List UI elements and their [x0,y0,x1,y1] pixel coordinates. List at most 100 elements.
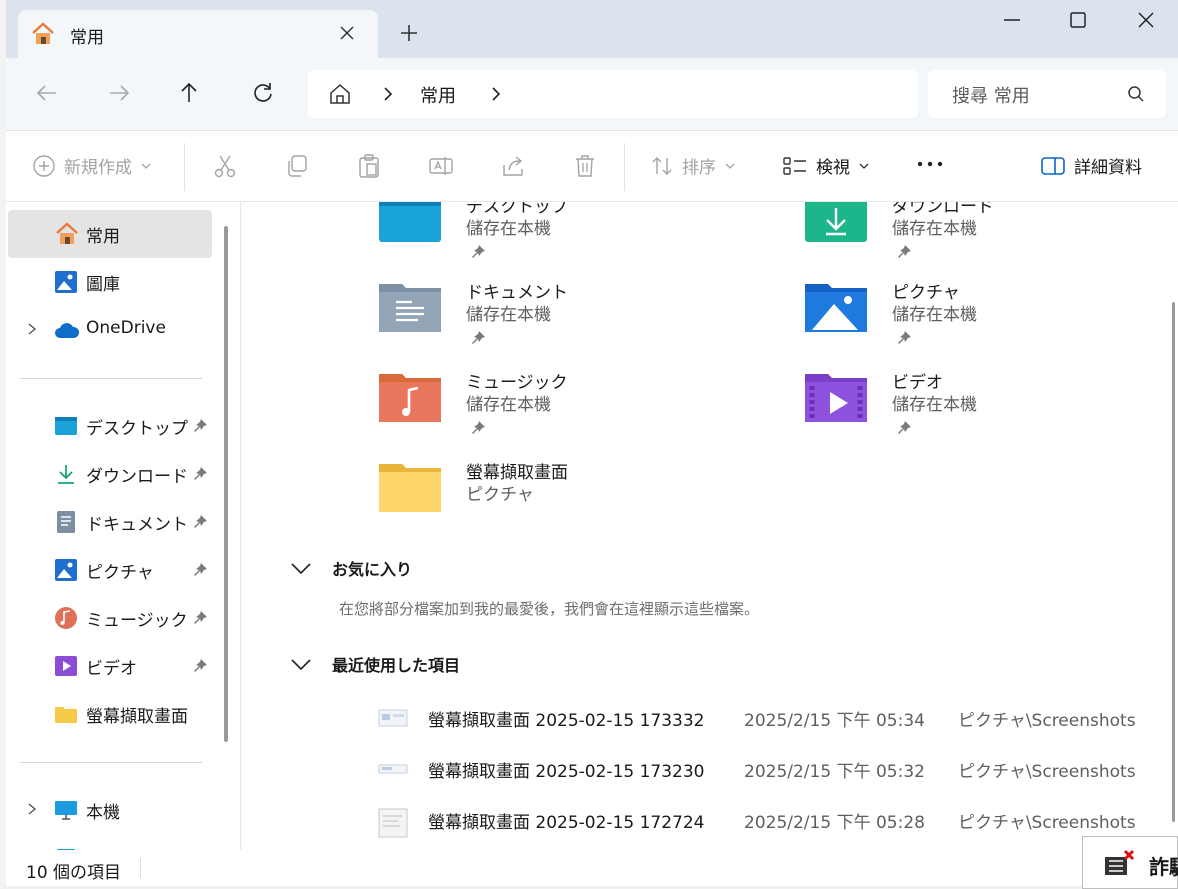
pin-icon[interactable] [192,514,208,535]
refresh-icon[interactable] [250,80,276,106]
sidebar-item-gallery[interactable]: 圖庫 [8,258,212,306]
forward-arrow-icon[interactable] [106,80,132,106]
quick-access-videos[interactable]: ビデオ 儲存在本機 [804,368,1178,448]
new-button[interactable]: 新規作成 [32,153,152,178]
sidebar-item-label: 常用 [86,227,120,247]
recent-file-row[interactable]: 螢幕擷取畫面 2025-02-15 173230 2025/2/15 下午 05… [378,751,1158,793]
pin-icon[interactable] [896,420,912,440]
floating-notification[interactable]: 詐騙 [1082,836,1178,889]
pin-icon[interactable] [192,658,208,679]
quick-access-music[interactable]: ミュージック 儲存在本機 [378,368,758,448]
toolbar-divider [624,143,625,191]
quick-access-pictures[interactable]: ピクチャ 儲存在本機 [804,278,1178,358]
pin-icon[interactable] [470,330,486,350]
pin-icon[interactable] [192,562,208,583]
search-box[interactable]: 搜尋 常用 [928,70,1166,118]
close-tab-icon[interactable] [336,22,358,44]
home-icon [30,22,56,50]
quick-access-documents[interactable]: ドキュメント 儲存在本機 [378,278,758,358]
address-home-icon[interactable] [328,82,352,110]
folder-location: 儲存在本機 [466,395,551,415]
sidebar-item-label: ミュージック [86,611,188,631]
sidebar-item-documents[interactable]: ドキュメント [8,498,212,546]
sidebar-item-screenshots[interactable]: 螢幕擷取畫面 [8,690,212,738]
quick-access-screenshots[interactable]: 螢幕擷取畫面 ピクチャ [378,458,758,538]
delete-button[interactable] [572,153,598,179]
scissors-icon [214,155,236,178]
sidebar-item-label: ダウンロード [86,467,188,487]
breadcrumb-item[interactable]: 常用 [420,82,456,108]
file-name: 螢幕擷取畫面 2025-02-15 173230 [428,762,705,782]
more-options-button[interactable] [916,157,944,171]
tab-home[interactable]: 常用 [18,10,378,58]
chevron-right-icon[interactable] [24,801,40,822]
recent-section-header[interactable]: 最近使用した項目 [290,652,460,676]
sidebar-item-videos[interactable]: ビデオ [8,642,212,690]
monitor-icon [54,798,78,827]
share-button[interactable] [500,153,526,179]
cut-button[interactable] [212,153,238,179]
maximize-icon[interactable] [1066,8,1090,32]
close-window-icon[interactable] [1134,8,1158,32]
sidebar-item-pictures[interactable]: ピクチャ [8,546,212,594]
file-date: 2025/2/15 下午 05:32 [744,762,925,782]
pin-icon[interactable] [192,610,208,631]
chevron-right-icon[interactable] [24,321,40,342]
copy-icon [288,155,307,177]
favorites-section-header[interactable]: お気に入り [290,556,412,580]
details-pane-button[interactable]: 詳細資料 [1040,153,1142,178]
chevron-down-icon [725,163,735,169]
desktop-folder-icon [378,202,442,248]
new-tab-icon[interactable] [398,22,420,44]
file-name: 螢幕擷取畫面 2025-02-15 173332 [428,711,705,731]
sidebar-scrollbar[interactable] [224,226,228,742]
sidebar-item-label: ピクチャ [86,563,154,583]
quick-access-downloads[interactable]: ダウンロード 儲存在本機 [804,202,1178,272]
quick-access-desktop[interactable]: デスクトップ 儲存在本機 [378,202,758,272]
pane-divider[interactable] [240,202,241,850]
chevron-right-icon[interactable] [486,84,506,108]
view-button[interactable]: 検視 [782,153,870,178]
minimize-icon[interactable] [1000,8,1024,32]
recent-file-row[interactable]: 螢幕擷取畫面 2025-02-15 172724 2025/2/15 下午 05… [378,802,1158,844]
home-icon [54,222,80,251]
copy-button[interactable] [284,153,310,179]
pin-icon[interactable] [896,244,912,264]
desktop-folder-icon [54,414,78,443]
sidebar-item-label: 圖庫 [86,275,120,295]
pin-icon[interactable] [192,466,208,487]
paste-button[interactable] [356,153,382,179]
pin-icon[interactable] [470,420,486,440]
sidebar-item-this-pc[interactable]: 本機 [8,786,212,834]
rename-button[interactable] [428,153,454,179]
documents-folder-icon [378,278,442,338]
content-scrollbar[interactable] [1172,302,1175,822]
new-button-label: 新規作成 [64,158,132,178]
sidebar-item-music[interactable]: ミュージック [8,594,212,642]
back-arrow-icon[interactable] [34,80,60,106]
status-divider [140,858,141,878]
pin-icon[interactable] [470,244,486,264]
app-logo-icon [1101,847,1135,883]
sidebar-item-onedrive[interactable]: OneDrive [8,306,212,354]
file-location: ピクチャ\Screenshots [958,813,1136,833]
sidebar-item-home[interactable]: 常用 [8,210,212,258]
recent-file-row[interactable]: 螢幕擷取畫面 2025-02-15 173332 2025/2/15 下午 05… [378,700,1158,742]
pin-icon[interactable] [896,330,912,350]
gallery-icon [54,270,78,299]
sidebar-item-downloads[interactable]: ダウンロード [8,450,212,498]
plus-circle-icon [33,154,55,177]
folder-location: 儲存在本機 [466,219,551,239]
view-label: 検視 [816,158,850,178]
chevron-right-icon[interactable] [378,84,398,108]
document-icon [54,510,78,539]
sort-button[interactable]: 排序 [650,153,736,178]
search-placeholder[interactable]: 搜尋 常用 [952,82,1030,108]
address-bar[interactable]: 常用 [308,70,918,118]
details-pane-icon [1041,156,1065,175]
favorites-title: お気に入り [332,560,413,579]
pin-icon[interactable] [192,418,208,439]
up-arrow-icon[interactable] [176,80,202,106]
file-location: ピクチャ\Screenshots [958,762,1136,782]
sidebar-item-desktop[interactable]: デスクトップ [8,402,212,450]
